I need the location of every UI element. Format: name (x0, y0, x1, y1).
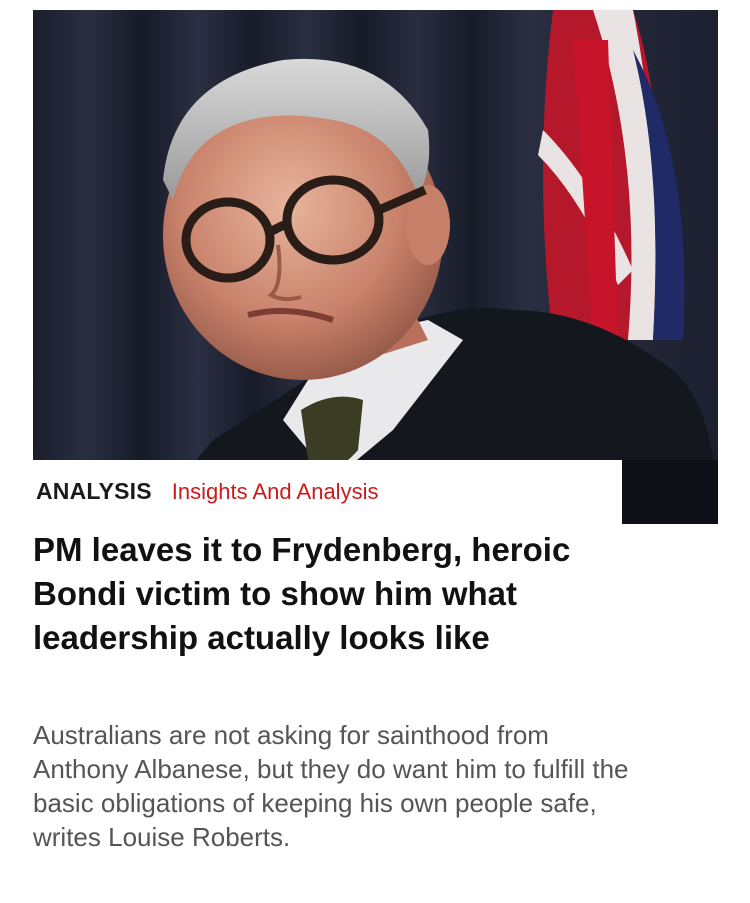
article-dek: Australians are not asking for sainthood… (33, 720, 629, 852)
article-tags: ANALYSIS Insights And Analysis (36, 478, 378, 505)
section-link[interactable]: Insights And Analysis (172, 479, 379, 505)
article-hero-image[interactable] (33, 10, 718, 524)
kicker-label: ANALYSIS (36, 478, 152, 504)
article-headline[interactable]: PM leaves it to Frydenberg, heroic Bondi… (33, 528, 633, 660)
photo-icon (33, 10, 718, 524)
